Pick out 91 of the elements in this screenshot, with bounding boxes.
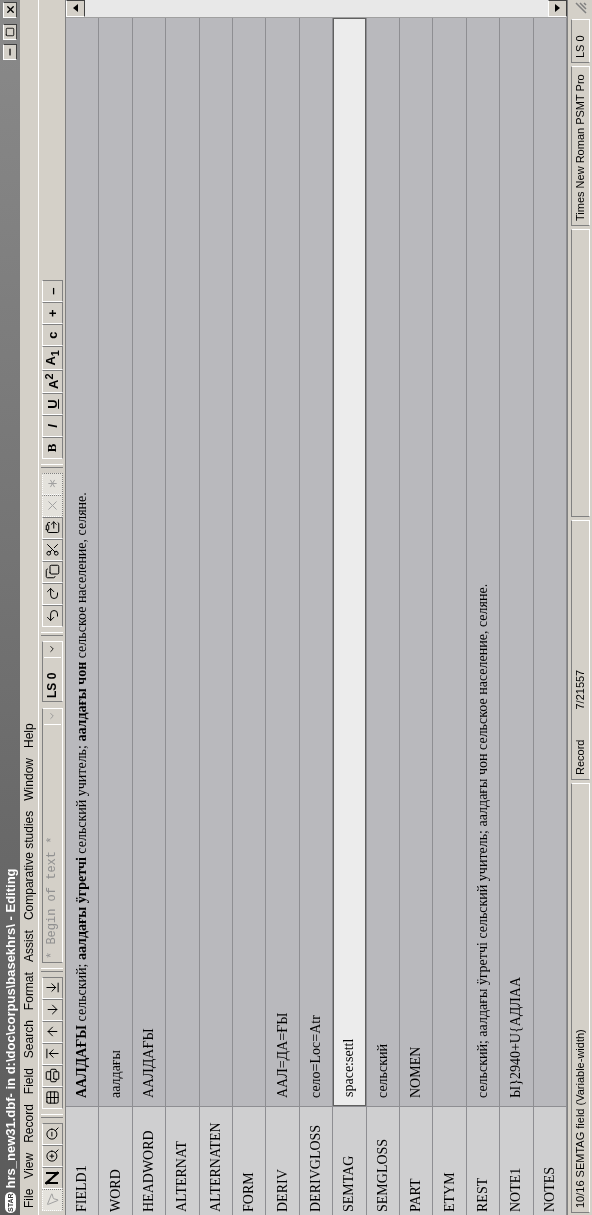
table-button[interactable] [41, 1087, 63, 1109]
window-title: hrs_new31.dbf- in d:\doc\corpus\basekhrs\ - Editing [2, 867, 18, 1189]
zoom-in-icon [44, 1148, 60, 1164]
menu-item[interactable]: Field [22, 1063, 36, 1100]
maximize-button[interactable] [3, 24, 17, 40]
caret-icon [47, 711, 57, 722]
copy-button[interactable] [41, 561, 63, 583]
field-name: FORM [233, 1106, 266, 1215]
menu-item[interactable]: Window [22, 753, 36, 806]
field-name: HEADWORD [132, 1106, 166, 1215]
field-name: NOTES [533, 1106, 567, 1215]
field-value[interactable] [166, 18, 199, 1106]
field-value[interactable]: аалдағы [99, 18, 132, 1106]
undo-icon [44, 608, 60, 624]
caret-icon [47, 644, 57, 655]
close-button[interactable] [3, 2, 17, 18]
field-value[interactable]: ААЛ=ДА=ҒЫ [266, 18, 299, 1106]
field-name: SEMTAG [333, 1106, 366, 1215]
vertical-scrollbar[interactable] [66, 0, 567, 18]
format-button[interactable]: – [41, 280, 63, 303]
undo-button[interactable] [41, 605, 63, 627]
crossed-n-button[interactable] [41, 1167, 63, 1189]
cut-icon [44, 542, 60, 558]
format-button[interactable]: B [41, 437, 63, 459]
redo-icon [44, 586, 60, 602]
arrow-bottom-button[interactable] [41, 977, 63, 999]
field-name: ETYM [433, 1106, 466, 1215]
font-status: Times New Roman PSMT Pro [570, 66, 590, 226]
field-name: PART [400, 1106, 433, 1215]
pointer-icon [44, 1192, 60, 1208]
arrow-top-button[interactable] [41, 1043, 63, 1065]
down-arrow-icon [555, 4, 560, 13]
record-status: Record 7/21557 [570, 520, 590, 780]
paste-button[interactable] [41, 517, 63, 539]
field-name: SEMGLOSS [366, 1106, 400, 1215]
field-value[interactable] [233, 18, 266, 1106]
cut-button[interactable] [41, 539, 63, 561]
field-value[interactable] [199, 18, 233, 1106]
copy-icon [44, 564, 60, 580]
crossed-n-icon [45, 1171, 59, 1185]
printer-button[interactable] [41, 1065, 63, 1087]
field-value[interactable]: NOMEN [400, 18, 433, 1106]
field-info: 10/16 SEMTAG field (Variable-width) [570, 783, 590, 1213]
format-button[interactable]: U [41, 393, 63, 415]
field-name: FIELD1 [66, 1106, 99, 1215]
up-arrow-icon [73, 4, 78, 13]
field-value[interactable] [533, 18, 567, 1106]
menu-item[interactable]: Format [22, 967, 36, 1016]
format-button[interactable]: I [41, 415, 63, 437]
field-value[interactable]: ААЛДАҒЫ [132, 18, 166, 1106]
field-name: NOTE1 [500, 1106, 533, 1215]
field-value[interactable]: сельский; аалдағы ӱгретчі сельский учитель; аалдағы чон сельское население, селяне. [466, 18, 500, 1106]
maximize-icon [5, 27, 15, 37]
scroll-up-button[interactable] [66, 0, 85, 17]
field-value[interactable] [433, 18, 466, 1106]
menu-item[interactable]: File [22, 1183, 36, 1213]
printer-icon [44, 1068, 60, 1084]
close-icon [4, 4, 16, 16]
field-value[interactable]: space:settl [333, 18, 366, 1106]
language-status: LS 0 [570, 19, 590, 63]
arrow-down-icon [44, 1002, 60, 1018]
field-name: ALTERNATEN [199, 1106, 233, 1215]
menu-item[interactable]: Help [22, 718, 36, 753]
menu-item[interactable]: Comparative studies [22, 805, 36, 926]
field-name: ALTERNAT [166, 1106, 199, 1215]
zoom-in-button[interactable] [41, 1145, 63, 1167]
minimize-button[interactable] [3, 44, 17, 60]
paste-icon [44, 520, 60, 536]
field-name: WORD [99, 1106, 132, 1215]
format-button[interactable]: + [41, 302, 63, 325]
arrow-up-button[interactable] [41, 1021, 63, 1043]
field-value[interactable]: село=Loc=Atr [299, 18, 333, 1106]
field-name: DERIVGLOSS [299, 1106, 333, 1215]
menu-item[interactable]: Assist [22, 925, 36, 968]
field-value[interactable]: Ы}2940+U{АДЛАА [500, 18, 533, 1106]
menu-item[interactable]: Record [22, 1099, 36, 1148]
table-icon [44, 1090, 60, 1106]
language-dropdown[interactable]: LS 0 [41, 641, 63, 702]
scroll-down-button[interactable] [548, 0, 567, 17]
field-value[interactable]: сельский [366, 18, 400, 1106]
field-name: DERIV [266, 1106, 299, 1215]
field-name: REST [466, 1106, 500, 1215]
redo-button[interactable] [41, 583, 63, 605]
arrow-down-button[interactable] [41, 999, 63, 1021]
menu-item[interactable]: View [22, 1147, 36, 1184]
menu-item[interactable]: Search [22, 1015, 36, 1064]
field-value[interactable]: ААЛДАҒЫ сельский; аалдағы ӱгретчі сельский учитель; аалдағы чон сельское население, селяне. [66, 18, 99, 1106]
format-button[interactable]: c [41, 324, 63, 347]
resize-grip-icon [573, 2, 587, 16]
zoom-out-icon [44, 1126, 60, 1142]
zoom-out-button[interactable] [41, 1123, 63, 1145]
